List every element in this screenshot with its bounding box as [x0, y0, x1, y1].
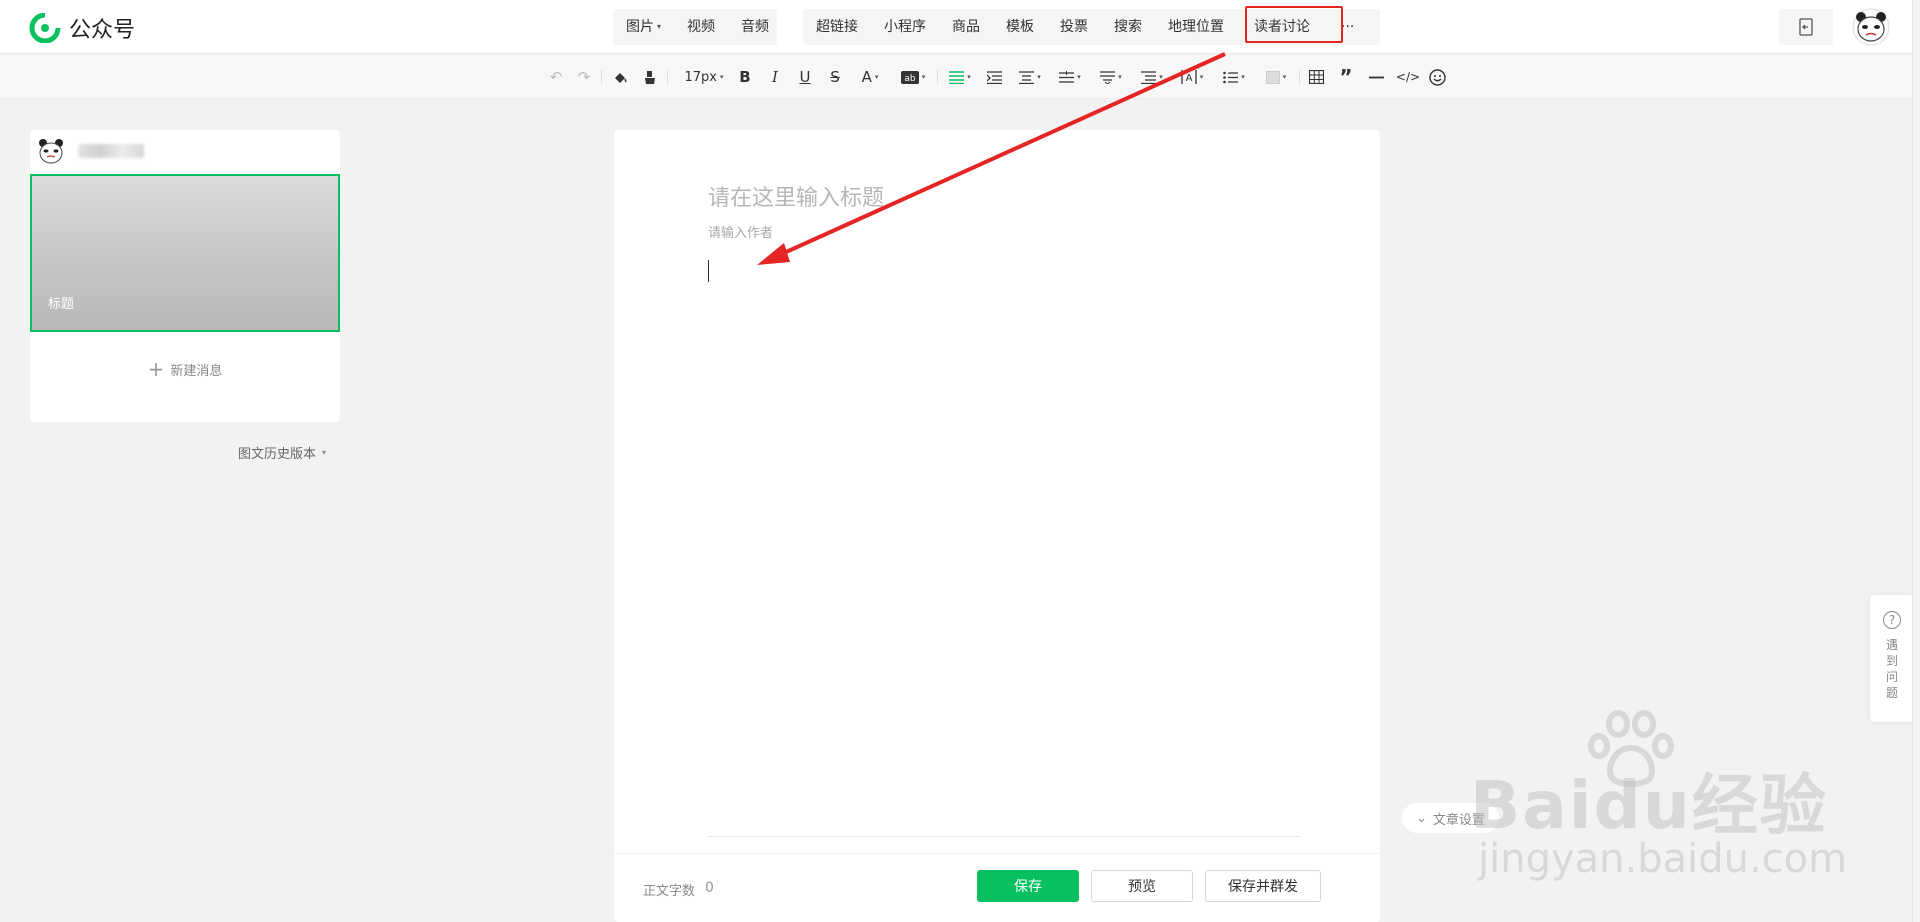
cover-title: 标题: [48, 297, 75, 312]
plus-icon: +: [147, 357, 165, 381]
toolbar-divider: [601, 70, 602, 84]
insert-image-menu[interactable]: 图片 ▾: [613, 9, 674, 45]
svg-text:ab: ab: [904, 74, 916, 84]
divider-icon[interactable]: [1368, 68, 1384, 86]
save-and-send-button[interactable]: 保存并群发: [1205, 870, 1321, 902]
clear-format-icon[interactable]: [641, 68, 659, 86]
account-header: [36, 134, 334, 168]
font-color-icon[interactable]: A ▾: [858, 68, 882, 86]
top-navigation-bar: 公众号 图片 ▾ 视频 音频 超链接 小程序 商品 模板 投票 搜索 地理位置 读…: [0, 0, 1920, 54]
svg-text:A: A: [1185, 73, 1192, 84]
list-icon[interactable]: ▾: [1220, 68, 1248, 86]
article-editor: 请在这里输入标题 请输入作者 正文字数 0 保存 预览 保存并群发: [614, 130, 1380, 922]
watermark-brand: Baidu经验: [1470, 767, 1828, 844]
media-insert-group: 图片 ▾ 视频 音频: [613, 9, 777, 45]
author-input[interactable]: 请输入作者: [708, 222, 773, 241]
spacing-after-icon[interactable]: ▾: [1138, 68, 1166, 86]
account-name-blurred: [78, 144, 144, 158]
logo-icon: [29, 13, 61, 43]
word-count: 正文字数 0: [643, 880, 714, 899]
format-painter-icon[interactable]: [611, 68, 629, 86]
border-icon[interactable]: ▾: [1262, 68, 1290, 86]
formatting-toolbar: ↶ ↷ 17px ▾ B I U S A ▾ ab ▾ ▾ ▾ ▾ ▾ ▾ A ▾ ▾ …: [0, 55, 1920, 99]
content-divider: [708, 836, 1300, 837]
underline-icon[interactable]: U: [798, 68, 812, 86]
logo[interactable]: 公众号: [29, 12, 135, 44]
spacing-before-icon[interactable]: ▾: [1097, 68, 1125, 86]
chevron-down-icon: ▾: [719, 73, 724, 81]
table-icon[interactable]: [1308, 68, 1324, 86]
logo-text: 公众号: [69, 18, 136, 43]
article-list-card: 标题 + 新建消息: [30, 130, 340, 422]
history-version-dropdown[interactable]: 图文历史版本 ▾: [238, 443, 326, 462]
insert-mini-program[interactable]: 小程序: [871, 9, 939, 45]
exit-edit-button[interactable]: [1779, 9, 1833, 45]
title-input[interactable]: 请在这里输入标题: [708, 180, 884, 212]
content-insert-group: 超链接 小程序 商品 模板 投票 搜索 地理位置 读者讨论 ···: [803, 9, 1380, 45]
insert-product[interactable]: 商品: [939, 9, 993, 45]
account-avatar: [39, 139, 63, 164]
insert-location[interactable]: 地理位置: [1155, 9, 1237, 45]
code-icon[interactable]: </>: [1396, 68, 1420, 86]
more-icon[interactable]: ···: [1328, 9, 1367, 45]
insert-reader-discussion[interactable]: 读者讨论: [1237, 9, 1328, 45]
toolbar-divider: [667, 70, 668, 84]
avatar[interactable]: [1852, 8, 1890, 46]
exit-edit-icon: [1799, 18, 1813, 36]
insert-template[interactable]: 模板: [993, 9, 1047, 45]
paw-icon: [1588, 710, 1674, 787]
undo-icon[interactable]: ↶: [548, 68, 564, 86]
insert-audio[interactable]: 音频: [728, 9, 782, 45]
paragraph-spacing-icon[interactable]: ▾: [1016, 68, 1044, 86]
insert-search[interactable]: 搜索: [1101, 9, 1155, 45]
editor-footer: 正文字数 0 保存 预览 保存并群发: [614, 853, 1380, 922]
chevron-down-icon: ▾: [657, 22, 662, 31]
article-cover-item[interactable]: 标题: [30, 174, 340, 332]
double-chevron-down-icon: ⌄: [1416, 810, 1427, 826]
help-icon: ?: [1883, 611, 1901, 629]
bold-icon[interactable]: B: [738, 68, 752, 86]
align-icon[interactable]: ▾: [946, 68, 974, 86]
help-tab[interactable]: ? 遇到问题: [1870, 595, 1914, 722]
toolbar-divider: [1299, 70, 1300, 84]
insert-hyperlink[interactable]: 超链接: [803, 9, 871, 45]
insert-vote[interactable]: 投票: [1047, 9, 1101, 45]
text-cursor: [708, 260, 709, 282]
letter-spacing-icon[interactable]: A ▾: [1178, 68, 1206, 86]
italic-icon[interactable]: I: [768, 68, 782, 86]
font-size-select[interactable]: 17px ▾: [680, 68, 728, 86]
chevron-down-icon: ▾: [322, 448, 327, 457]
watermark-url: jingyan.baidu.com: [1478, 836, 1848, 882]
line-height-icon[interactable]: ▾: [1056, 68, 1084, 86]
background-color-icon[interactable]: ab ▾: [898, 68, 928, 86]
strikethrough-icon[interactable]: S: [828, 68, 842, 86]
insert-video[interactable]: 视频: [674, 9, 728, 45]
emoji-icon[interactable]: [1428, 68, 1446, 86]
watermark: Baidu经验 jingyan.baidu.com: [1470, 710, 1847, 885]
redo-icon[interactable]: ↷: [576, 68, 592, 86]
quote-icon[interactable]: ”: [1338, 65, 1354, 89]
new-message-button[interactable]: + 新建消息: [30, 354, 340, 384]
save-button[interactable]: 保存: [977, 870, 1079, 902]
indent-icon[interactable]: [986, 68, 1002, 86]
preview-button[interactable]: 预览: [1091, 870, 1193, 902]
article-settings-button[interactable]: ⌄ 文章设置: [1402, 803, 1499, 833]
toolbar-divider: [937, 70, 938, 84]
scrollbar[interactable]: [1912, 0, 1920, 922]
